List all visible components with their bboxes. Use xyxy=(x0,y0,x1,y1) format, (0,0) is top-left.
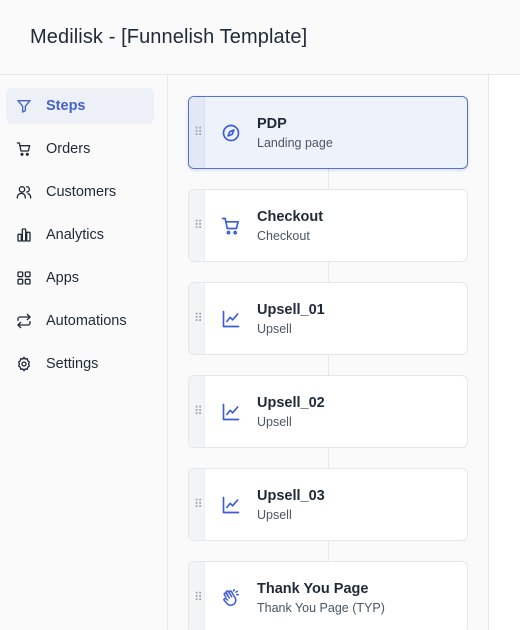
step-card-checkout[interactable]: ⠿ Checkout Checkout xyxy=(188,189,468,262)
drag-handle-icon: ⠿ xyxy=(194,404,203,418)
step-name: Upsell_03 xyxy=(257,488,325,504)
trending-up-icon xyxy=(221,309,241,329)
sidebar-item-steps[interactable]: Steps xyxy=(6,88,154,124)
drag-handle[interactable]: ⠿ xyxy=(189,376,205,447)
sidebar-item-label: Customers xyxy=(46,184,117,200)
drag-handle-icon: ⠿ xyxy=(194,125,203,139)
step-card-pdp[interactable]: ⠿ PDP Landing page xyxy=(188,96,468,169)
sidebar-item-settings[interactable]: Settings xyxy=(6,346,154,382)
sidebar-item-label: Settings xyxy=(46,356,99,372)
details-panel xyxy=(488,75,520,630)
step-card-upsell-01[interactable]: ⠿ Upsell_01 Upsell xyxy=(188,282,468,355)
step-name: Thank You Page xyxy=(257,581,369,597)
sidebar-item-label: Analytics xyxy=(46,227,105,243)
step-type: Thank You Page (TYP) xyxy=(257,601,385,615)
drag-handle-icon: ⠿ xyxy=(194,497,203,511)
step-type: Upsell xyxy=(257,508,292,522)
page-title: Medilisk - [Funnelish Template] xyxy=(30,26,308,48)
step-connector xyxy=(328,355,329,375)
drag-handle-icon: ⠿ xyxy=(194,311,203,325)
compass-icon xyxy=(221,123,241,143)
drag-handle[interactable]: ⠿ xyxy=(189,190,205,261)
step-name: Upsell_01 xyxy=(257,302,325,318)
drag-handle-icon: ⠿ xyxy=(194,218,203,232)
sidebar-item-orders[interactable]: Orders xyxy=(6,131,154,167)
step-type: Upsell xyxy=(257,415,292,429)
funnel-steps-canvas: ⠿ PDP Landing page ⠿ Checkout Checkout ⠿… xyxy=(168,75,488,630)
step-connector xyxy=(328,448,329,468)
sidebar-item-apps[interactable]: Apps xyxy=(6,260,154,296)
sidebar: Steps Orders Customers Analytics Apps Au… xyxy=(0,75,168,630)
cart-icon xyxy=(221,216,241,236)
trending-up-icon xyxy=(221,495,241,515)
grid-icon xyxy=(16,270,32,286)
step-name: Checkout xyxy=(257,209,324,225)
drag-handle[interactable]: ⠿ xyxy=(189,562,205,630)
sidebar-item-label: Automations xyxy=(46,313,127,329)
step-connector xyxy=(328,541,329,561)
step-name: Upsell_02 xyxy=(257,395,325,411)
sidebar-item-label: Steps xyxy=(46,98,86,114)
bar-chart-icon xyxy=(16,227,32,243)
users-icon xyxy=(16,184,32,200)
gear-icon xyxy=(16,356,32,372)
drag-handle[interactable]: ⠿ xyxy=(189,469,205,540)
app-header: Medilisk - [Funnelish Template] xyxy=(0,0,520,75)
sidebar-item-customers[interactable]: Customers xyxy=(6,174,154,210)
step-connector xyxy=(328,169,329,189)
sidebar-item-analytics[interactable]: Analytics xyxy=(6,217,154,253)
step-type: Landing page xyxy=(257,136,333,150)
step-connector xyxy=(328,262,329,282)
repeat-icon xyxy=(16,313,32,329)
drag-handle-icon: ⠿ xyxy=(194,590,203,604)
sidebar-item-label: Orders xyxy=(46,141,91,157)
step-card-upsell-02[interactable]: ⠿ Upsell_02 Upsell xyxy=(188,375,468,448)
drag-handle[interactable]: ⠿ xyxy=(189,97,205,168)
step-card-thank-you-page[interactable]: ⠿ Thank You Page Thank You Page (TYP) xyxy=(188,561,468,630)
funnel-icon xyxy=(16,98,32,114)
step-type: Checkout xyxy=(257,229,310,243)
sidebar-item-label: Apps xyxy=(46,270,80,286)
step-card-upsell-03[interactable]: ⠿ Upsell_03 Upsell xyxy=(188,468,468,541)
clapping-hands-icon xyxy=(221,588,241,608)
step-type: Upsell xyxy=(257,322,292,336)
sidebar-item-automations[interactable]: Automations xyxy=(6,303,154,339)
trending-up-icon xyxy=(221,402,241,422)
drag-handle[interactable]: ⠿ xyxy=(189,283,205,354)
cart-icon xyxy=(16,141,32,157)
step-name: PDP xyxy=(257,116,287,132)
